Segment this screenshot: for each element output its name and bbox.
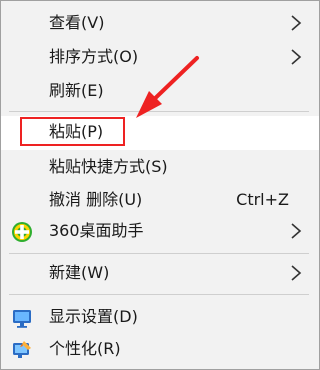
chevron-right-icon [291, 223, 302, 239]
menu-item-undo-delete[interactable]: 撤消 删除(U) Ctrl+Z [1, 184, 319, 216]
menu-item-display-settings[interactable]: 显示设置(D) [1, 301, 319, 333]
menu-item-view[interactable]: 查看(V) [1, 7, 319, 39]
chevron-right-icon [291, 15, 302, 31]
menu-item-shortcut: Ctrl+Z [236, 190, 289, 209]
menu-item-label: 撤消 删除(U) [49, 190, 143, 209]
menu-item-new[interactable]: 新建(W) [1, 257, 319, 289]
menu-item-360-desktop-helper[interactable]: 360桌面助手 [1, 215, 319, 247]
chevron-right-icon [291, 265, 302, 281]
menu-item-personalize[interactable]: 个性化(R) [1, 333, 319, 365]
menu-item-label: 查看(V) [49, 13, 105, 32]
menu-item-paste-shortcut[interactable]: 粘贴快捷方式(S) [1, 151, 319, 183]
menu-item-label: 粘贴快捷方式(S) [49, 157, 168, 176]
360-desktop-icon [12, 222, 32, 242]
menu-item-sort[interactable]: 排序方式(O) [1, 41, 319, 73]
menu-item-label: 刷新(E) [49, 81, 104, 100]
menu-item-label: 360桌面助手 [49, 221, 144, 240]
menu-item-label: 显示设置(D) [49, 307, 138, 326]
menu-item-label: 新建(W) [49, 263, 110, 282]
menu-item-label: 排序方式(O) [49, 47, 139, 66]
annotation-highlight-box [20, 117, 125, 146]
personalize-icon [13, 341, 31, 358]
menu-item-label: 个性化(R) [49, 339, 121, 358]
menu-separator [9, 111, 309, 112]
display-settings-icon [13, 310, 31, 328]
chevron-right-icon [291, 49, 302, 65]
menu-separator [9, 294, 309, 295]
menu-separator [9, 253, 309, 254]
menu-item-refresh[interactable]: 刷新(E) [1, 75, 319, 107]
context-menu: 查看(V) 排序方式(O) 刷新(E) 粘贴(P) 粘贴快捷方式(S) 撤消 删… [0, 0, 320, 370]
